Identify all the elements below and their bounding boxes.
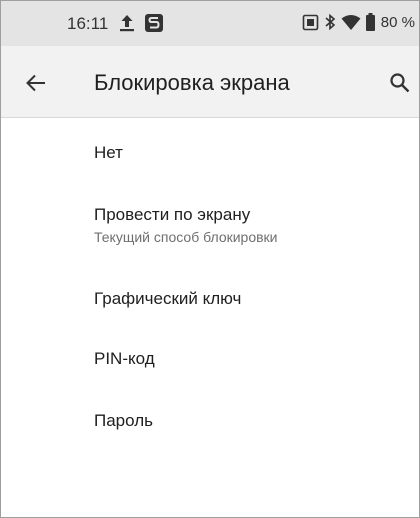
option-swipe[interactable]: Провести по экрану Текущий способ блокир… — [1, 181, 419, 265]
option-none[interactable]: Нет — [1, 119, 419, 181]
option-title: Провести по экрану — [94, 205, 251, 224]
s-app-icon — [144, 13, 164, 33]
search-button[interactable] — [385, 68, 415, 98]
search-icon — [389, 72, 411, 94]
app-bar: Блокировка экрана — [1, 46, 419, 118]
option-title: PIN-код — [94, 349, 155, 368]
app-bar-divider — [1, 117, 419, 118]
vibrate-icon — [302, 14, 319, 31]
wifi-icon — [341, 14, 361, 31]
battery-icon — [365, 13, 375, 31]
page-title: Блокировка экрана — [94, 70, 290, 95]
status-left-icons — [118, 13, 164, 33]
option-pattern[interactable]: Графический ключ — [1, 265, 419, 327]
arrow-back-icon — [25, 72, 47, 94]
option-subtitle: Текущий способ блокировки — [94, 229, 278, 245]
option-title: Пароль — [94, 411, 153, 430]
option-title: Нет — [94, 143, 123, 162]
status-bar: 16:11 80 % — [1, 1, 419, 46]
option-pin[interactable]: PIN-код — [1, 327, 419, 389]
battery-level: 80 % — [380, 13, 415, 31]
option-password[interactable]: Пароль — [1, 389, 419, 451]
bluetooth-icon — [324, 13, 336, 31]
upload-icon — [118, 13, 136, 33]
screen: 16:11 80 % Блокировка экрана Нет Провест… — [0, 0, 420, 518]
status-time: 16:11 — [67, 14, 109, 33]
status-right-icons: 80 % — [302, 13, 415, 31]
option-title: Графический ключ — [94, 289, 242, 308]
back-button[interactable] — [21, 68, 51, 98]
